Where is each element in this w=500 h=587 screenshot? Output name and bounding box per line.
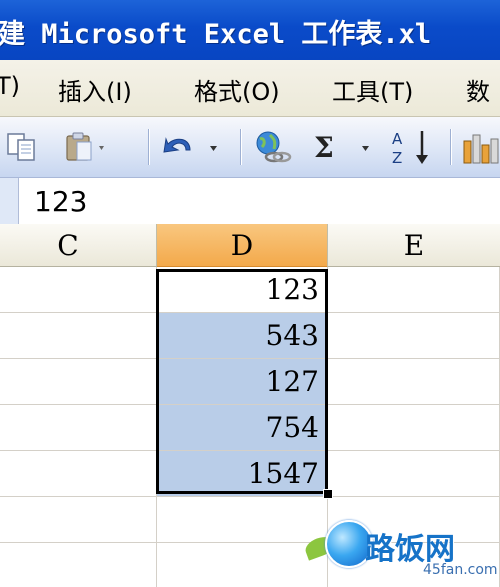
column-header-e[interactable]: E: [328, 224, 500, 266]
cell-e3[interactable]: [328, 359, 500, 405]
menu-item-format[interactable]: 格式(O): [194, 72, 280, 107]
cell-d5[interactable]: 1547: [157, 451, 328, 497]
paste-icon[interactable]: [62, 127, 112, 167]
cell-d7[interactable]: [157, 543, 328, 587]
toolbar-separator: [240, 129, 242, 165]
undo-icon[interactable]: [158, 127, 228, 167]
hyperlink-icon[interactable]: [250, 127, 294, 167]
menu-item-insert[interactable]: 插入(I): [58, 72, 132, 107]
fill-handle[interactable]: [323, 489, 333, 499]
cell-d6[interactable]: [157, 497, 328, 543]
cell-c3[interactable]: [0, 359, 157, 405]
watermark-url: 45fan.com: [423, 562, 498, 578]
autosum-icon[interactable]: Σ: [304, 127, 384, 167]
column-headers: C D E: [0, 224, 500, 268]
cell-e1[interactable]: [328, 267, 500, 313]
column-header-c[interactable]: C: [0, 224, 157, 266]
cell-c6[interactable]: [0, 497, 157, 543]
cell-d2[interactable]: 543: [157, 313, 328, 359]
cell-d4[interactable]: 754: [157, 405, 328, 451]
name-box-edge[interactable]: [0, 178, 19, 224]
menu-item-prev[interactable]: T): [0, 72, 20, 100]
sort-ascending-icon[interactable]: A Z: [388, 127, 438, 167]
cell-c4[interactable]: [0, 405, 157, 451]
svg-text:Σ: Σ: [314, 131, 334, 164]
column-header-d[interactable]: D: [157, 224, 328, 268]
formula-input[interactable]: 123: [34, 185, 87, 218]
toolbar-separator: [450, 129, 452, 165]
svg-text:Z: Z: [392, 149, 402, 167]
cell-d3[interactable]: 127: [157, 359, 328, 405]
copy-icon[interactable]: [4, 127, 44, 167]
menu-item-tools[interactable]: 工具(T): [332, 72, 413, 107]
cell-e4[interactable]: [328, 405, 500, 451]
cell-c1[interactable]: [0, 267, 157, 313]
title-bar: 建 Microsoft Excel 工作表.xl: [0, 0, 500, 61]
formula-bar: 123: [0, 178, 500, 225]
standard-toolbar: Σ A Z: [0, 117, 500, 178]
menu-bar: T) 插入(I) 格式(O) 工具(T) 数: [0, 60, 500, 117]
cell-e5[interactable]: [328, 451, 500, 497]
menu-item-data[interactable]: 数: [466, 72, 490, 107]
toolbar-separator: [148, 129, 150, 165]
chart-icon[interactable]: [460, 127, 500, 167]
window-title: 建 Microsoft Excel 工作表.xl: [0, 19, 432, 50]
svg-text:A: A: [392, 130, 403, 148]
watermark: 路饭网 45fan.com: [302, 500, 500, 587]
cell-c5[interactable]: [0, 451, 157, 497]
cell-e2[interactable]: [328, 313, 500, 359]
cell-c7[interactable]: [0, 543, 157, 587]
cell-d1[interactable]: 123: [157, 267, 328, 313]
cell-c2[interactable]: [0, 313, 157, 359]
